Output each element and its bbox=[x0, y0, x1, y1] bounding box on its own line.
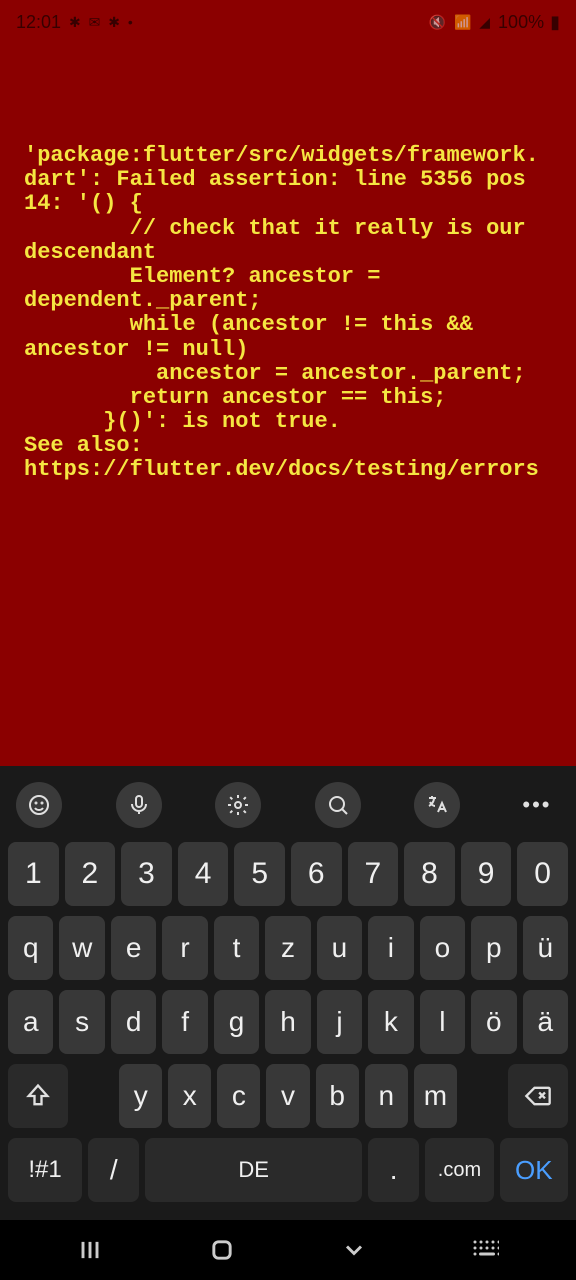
key-4[interactable]: 4 bbox=[178, 842, 229, 906]
soft-keyboard: ••• 1 2 3 4 5 6 7 8 9 0 q w e r t z u i … bbox=[0, 766, 576, 1220]
key-slash[interactable]: / bbox=[88, 1138, 139, 1202]
status-system-icons: 🔇 📶 ◢ bbox=[429, 14, 492, 31]
translate-icon[interactable] bbox=[414, 782, 460, 828]
key-a[interactable]: a bbox=[8, 990, 53, 1054]
key-row-bottom: !#1 / DE . .com OK bbox=[8, 1138, 568, 1202]
error-message: 'package:flutter/src/widgets/framework.d… bbox=[24, 144, 552, 483]
key-backspace[interactable] bbox=[508, 1064, 568, 1128]
key-oe[interactable]: ö bbox=[471, 990, 516, 1054]
key-v[interactable]: v bbox=[266, 1064, 309, 1128]
status-time: 12:01 bbox=[16, 12, 61, 33]
status-bar: 12:01 ✱ ✉ ✱ • 🔇 📶 ◢ 100% ▮ bbox=[0, 0, 576, 44]
key-row-2: q w e r t z u i o p ü bbox=[8, 916, 568, 980]
key-1[interactable]: 1 bbox=[8, 842, 59, 906]
navigation-bar bbox=[0, 1220, 576, 1280]
key-2[interactable]: 2 bbox=[65, 842, 116, 906]
search-icon[interactable] bbox=[315, 782, 361, 828]
key-row-4: y x c v b n m bbox=[8, 1064, 568, 1128]
key-9[interactable]: 9 bbox=[461, 842, 512, 906]
key-t[interactable]: t bbox=[214, 916, 259, 980]
key-5[interactable]: 5 bbox=[234, 842, 285, 906]
key-6[interactable]: 6 bbox=[291, 842, 342, 906]
key-y[interactable]: y bbox=[119, 1064, 162, 1128]
key-com[interactable]: .com bbox=[425, 1138, 493, 1202]
keyboard-toolbar: ••• bbox=[0, 778, 576, 842]
key-n[interactable]: n bbox=[365, 1064, 408, 1128]
key-shift[interactable] bbox=[8, 1064, 68, 1128]
nav-home[interactable] bbox=[182, 1230, 262, 1270]
key-s[interactable]: s bbox=[59, 990, 104, 1054]
battery-icon: ▮ bbox=[550, 12, 560, 33]
key-3[interactable]: 3 bbox=[121, 842, 172, 906]
key-c[interactable]: c bbox=[217, 1064, 260, 1128]
key-r[interactable]: r bbox=[162, 916, 207, 980]
key-0[interactable]: 0 bbox=[517, 842, 568, 906]
nav-back[interactable] bbox=[314, 1230, 394, 1270]
settings-icon[interactable] bbox=[215, 782, 261, 828]
key-l[interactable]: l bbox=[420, 990, 465, 1054]
key-q[interactable]: q bbox=[8, 916, 53, 980]
key-8[interactable]: 8 bbox=[404, 842, 455, 906]
key-x[interactable]: x bbox=[168, 1064, 211, 1128]
key-g[interactable]: g bbox=[214, 990, 259, 1054]
key-ok[interactable]: OK bbox=[500, 1138, 568, 1202]
key-7[interactable]: 7 bbox=[348, 842, 399, 906]
key-b[interactable]: b bbox=[316, 1064, 359, 1128]
status-left: 12:01 ✱ ✉ ✱ • bbox=[16, 12, 135, 33]
key-ue[interactable]: ü bbox=[523, 916, 568, 980]
key-w[interactable]: w bbox=[59, 916, 104, 980]
key-symbols[interactable]: !#1 bbox=[8, 1138, 82, 1202]
key-k[interactable]: k bbox=[368, 990, 413, 1054]
key-m[interactable]: m bbox=[414, 1064, 457, 1128]
status-right: 🔇 📶 ◢ 100% ▮ bbox=[429, 12, 560, 33]
more-icon[interactable]: ••• bbox=[514, 782, 560, 828]
key-p[interactable]: p bbox=[471, 916, 516, 980]
key-row-numbers: 1 2 3 4 5 6 7 8 9 0 bbox=[8, 842, 568, 906]
key-row-3: a s d f g h j k l ö ä bbox=[8, 990, 568, 1054]
emoji-icon[interactable] bbox=[16, 782, 62, 828]
nav-recents[interactable] bbox=[50, 1230, 130, 1270]
keyboard-rows: 1 2 3 4 5 6 7 8 9 0 q w e r t z u i o p … bbox=[0, 842, 576, 1220]
status-battery: 100% bbox=[498, 12, 544, 33]
key-h[interactable]: h bbox=[265, 990, 310, 1054]
key-j[interactable]: j bbox=[317, 990, 362, 1054]
key-u[interactable]: u bbox=[317, 916, 362, 980]
key-dot[interactable]: . bbox=[368, 1138, 419, 1202]
key-z[interactable]: z bbox=[265, 916, 310, 980]
key-f[interactable]: f bbox=[162, 990, 207, 1054]
nav-keyboard-icon[interactable] bbox=[446, 1230, 526, 1270]
flutter-error-screen[interactable]: 'package:flutter/src/widgets/framework.d… bbox=[0, 44, 576, 766]
key-e[interactable]: e bbox=[111, 916, 156, 980]
key-ae[interactable]: ä bbox=[523, 990, 568, 1054]
key-o[interactable]: o bbox=[420, 916, 465, 980]
key-space[interactable]: DE bbox=[145, 1138, 362, 1202]
key-i[interactable]: i bbox=[368, 916, 413, 980]
status-notification-icons: ✱ ✉ ✱ • bbox=[69, 14, 135, 31]
key-d[interactable]: d bbox=[111, 990, 156, 1054]
mic-icon[interactable] bbox=[116, 782, 162, 828]
